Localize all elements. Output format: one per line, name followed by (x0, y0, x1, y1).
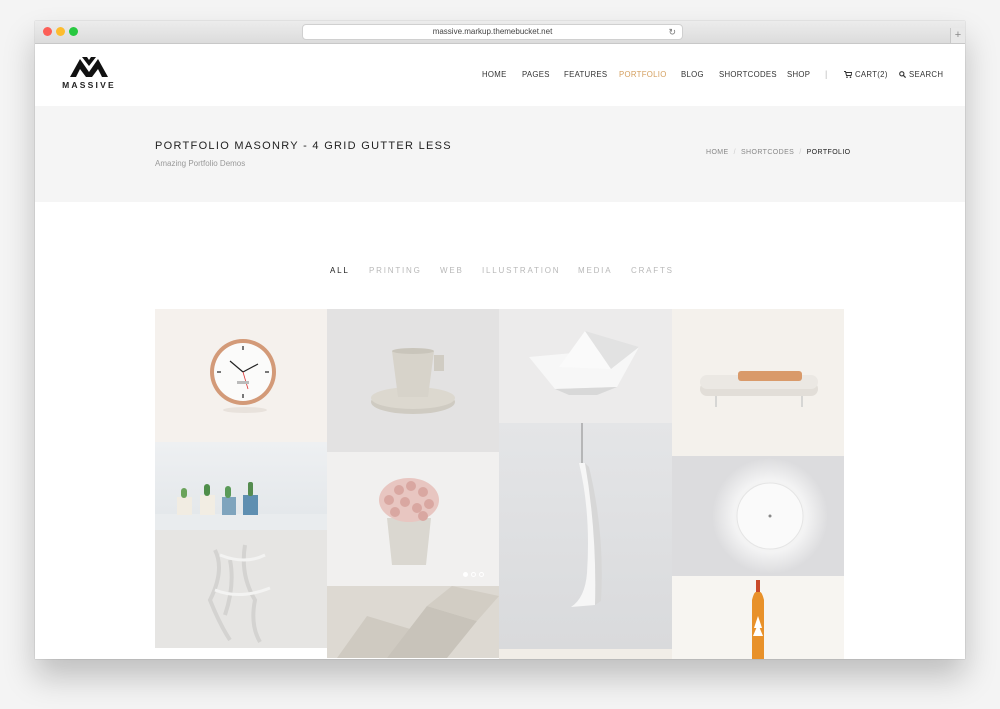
page-subtitle: Amazing Portfolio Demos (155, 159, 246, 168)
close-window-icon[interactable] (43, 27, 52, 36)
filter-illustration[interactable]: ILLUSTRATION (482, 266, 560, 275)
wall-light-image (712, 458, 828, 574)
filter-web[interactable]: WEB (440, 266, 464, 275)
filter-all[interactable]: ALL (330, 266, 350, 275)
browser-toolbar: massive.markup.themebucket.net ↻ + (35, 21, 965, 44)
new-tab-icon[interactable]: + (950, 28, 965, 43)
gallery-item-cactus-pots[interactable] (155, 442, 327, 530)
nav-divider: | (825, 69, 828, 79)
gallery-strip (499, 649, 672, 659)
logo-mark-icon (70, 57, 108, 77)
filter-printing[interactable]: PRINTING (369, 266, 422, 275)
cup-image (371, 348, 455, 414)
gallery-item-flower-vase[interactable] (327, 452, 499, 586)
cart-icon (844, 71, 852, 78)
breadcrumb: HOME / SHORTCODES / PORTFOLIO (706, 149, 851, 156)
search-icon (899, 71, 906, 78)
cards-image (337, 586, 499, 658)
minimize-window-icon[interactable] (56, 27, 65, 36)
nav-portfolio[interactable]: PORTFOLIO (619, 70, 667, 79)
breadcrumb-current: PORTFOLIO (806, 149, 851, 156)
breadcrumb-home[interactable]: HOME (706, 149, 729, 156)
search-label: SEARCH (909, 70, 944, 79)
search-link[interactable]: SEARCH (899, 70, 943, 79)
nav-shortcodes[interactable]: SHORTCODES (719, 70, 777, 79)
gallery-item-draped-fabric[interactable] (155, 530, 327, 648)
cactus-pots-image (155, 482, 327, 530)
gallery-item-wall-light[interactable] (672, 456, 844, 576)
breadcrumb-shortcodes[interactable]: SHORTCODES (741, 149, 794, 156)
maximize-window-icon[interactable] (69, 27, 78, 36)
gallery-item-wall-clock[interactable] (155, 309, 327, 442)
lamp-image (571, 423, 602, 607)
filter-crafts[interactable]: CRAFTS (631, 266, 674, 275)
nav-features[interactable]: FEATURES (564, 70, 607, 79)
bench-image (700, 371, 818, 407)
gallery-item-bench-tray[interactable] (672, 309, 844, 456)
reload-icon[interactable]: ↻ (668, 25, 676, 39)
gallery-item-juice-bottle[interactable] (672, 576, 844, 659)
fabric-image (207, 544, 271, 644)
page-title: PORTFOLIO MASONRY - 4 GRID GUTTER LESS (155, 140, 452, 152)
gallery-item-pendant-lamp[interactable] (499, 423, 672, 649)
cart-label: CART(2) (855, 70, 888, 79)
gallery-item-business-cards[interactable] (327, 586, 499, 658)
site-logo[interactable]: MASSIVE (62, 57, 116, 90)
logo-text: MASSIVE (62, 80, 116, 90)
nav-home[interactable]: HOME (482, 70, 507, 79)
bottle-image (752, 580, 764, 659)
address-bar[interactable]: massive.markup.themebucket.net ↻ (302, 24, 683, 40)
cart-link[interactable]: CART(2) (844, 70, 888, 79)
vase-image (379, 478, 439, 565)
gallery-item-ceramic-cup[interactable] (327, 309, 499, 452)
gallery-item-paper-boat[interactable] (499, 309, 672, 423)
slider-dots-vase[interactable] (463, 572, 484, 577)
nav-pages[interactable]: PAGES (522, 70, 550, 79)
clock-image (210, 339, 276, 413)
nav-blog[interactable]: BLOG (681, 70, 704, 79)
boat-image (529, 331, 639, 395)
address-text: massive.markup.themebucket.net (432, 27, 553, 36)
nav-shop[interactable]: SHOP (787, 70, 810, 79)
filter-media[interactable]: MEDIA (578, 266, 612, 275)
